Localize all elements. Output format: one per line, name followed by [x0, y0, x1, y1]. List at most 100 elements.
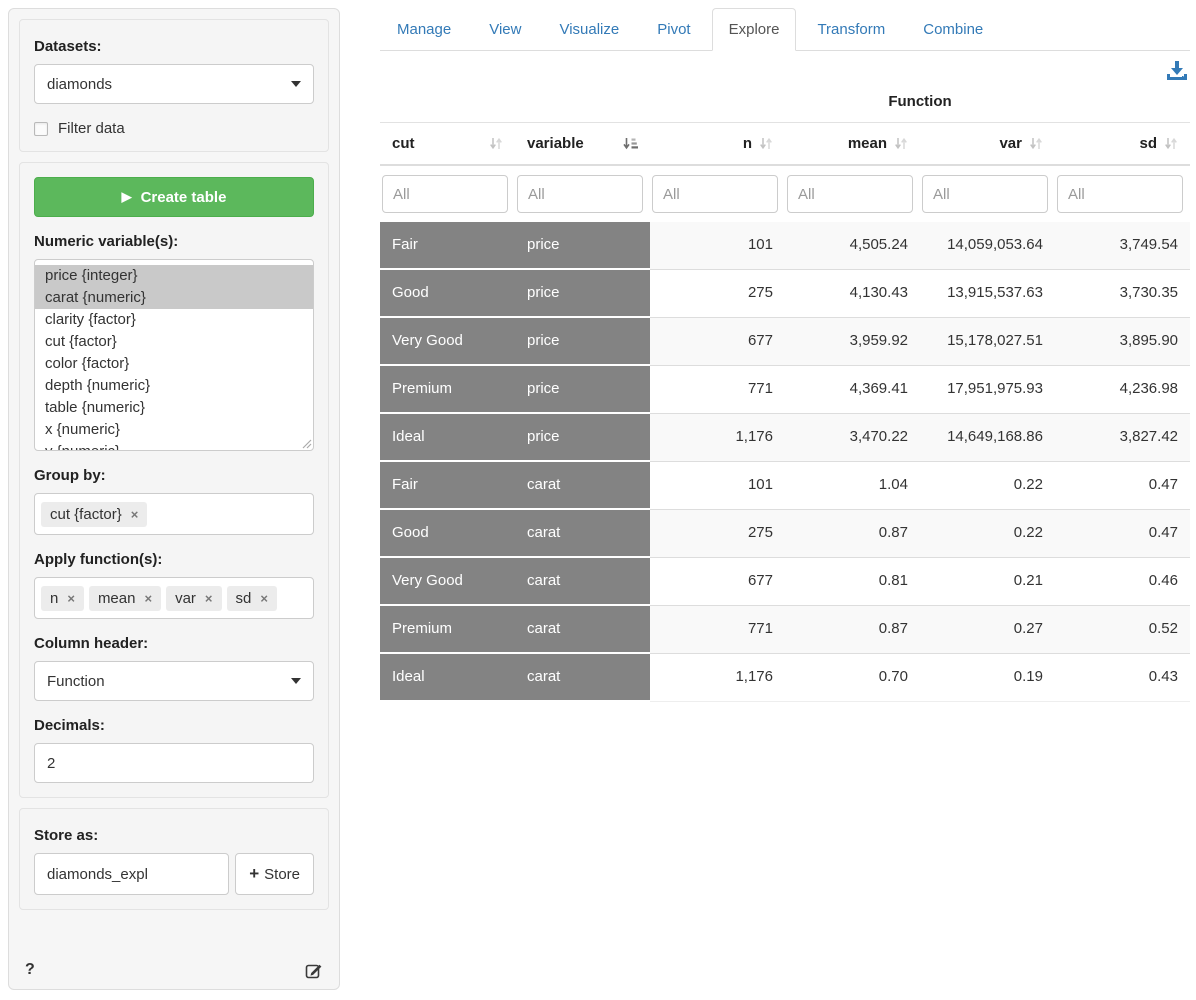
- store-as-label: Store as:: [34, 827, 314, 844]
- listbox-option[interactable]: color {factor}: [35, 353, 313, 375]
- group-cell: Premium: [380, 365, 515, 413]
- group-cell: carat: [515, 557, 650, 605]
- col-header-sd[interactable]: sd: [1055, 123, 1190, 166]
- table-row: Very Goodcarat6770.810.210.46: [380, 557, 1190, 605]
- group-cell: Very Good: [380, 317, 515, 365]
- create-table-button[interactable]: ▶ Create table: [34, 177, 314, 217]
- col-header-mean[interactable]: mean: [785, 123, 920, 166]
- help-icon[interactable]: ?: [25, 961, 35, 979]
- tab-manage[interactable]: Manage: [380, 8, 468, 51]
- tag-remove-icon[interactable]: ×: [131, 507, 139, 522]
- tab-pivot[interactable]: Pivot: [640, 8, 707, 51]
- group-cell: carat: [515, 461, 650, 509]
- group-cell: Fair: [380, 461, 515, 509]
- apply-functions-tagbox[interactable]: n×mean×var×sd×: [34, 577, 314, 619]
- value-cell: 1.04: [785, 461, 920, 509]
- col-header-label: n: [743, 135, 752, 152]
- filter-input-variable[interactable]: [517, 175, 643, 213]
- table-row: Idealcarat1,1760.700.190.43: [380, 653, 1190, 701]
- group-by-tagbox[interactable]: cut {factor}×: [34, 493, 314, 535]
- listbox-option[interactable]: clarity {factor}: [35, 309, 313, 331]
- value-cell: 0.19: [920, 653, 1055, 701]
- group-cell: Very Good: [380, 557, 515, 605]
- listbox-option[interactable]: y {numeric}: [35, 441, 313, 451]
- table-row: Very Goodprice6773,959.9215,178,027.513,…: [380, 317, 1190, 365]
- listbox-option[interactable]: price {integer}: [35, 265, 313, 287]
- chevron-down-icon: [291, 678, 301, 684]
- value-cell: 0.70: [785, 653, 920, 701]
- value-cell: 275: [650, 269, 785, 317]
- value-cell: 0.43: [1055, 653, 1190, 701]
- listbox-option[interactable]: cut {factor}: [35, 331, 313, 353]
- value-cell: 0.46: [1055, 557, 1190, 605]
- sort-icon: [759, 137, 773, 150]
- col-header-variable[interactable]: variable: [515, 123, 650, 166]
- table-row: Goodcarat2750.870.220.47: [380, 509, 1190, 557]
- group-cell: Good: [380, 269, 515, 317]
- table-row: Goodprice2754,130.4313,915,537.633,730.3…: [380, 269, 1190, 317]
- filter-input-n[interactable]: [652, 175, 778, 213]
- numeric-vars-listbox[interactable]: price {integer}carat {numeric}clarity {f…: [34, 259, 314, 451]
- value-cell: 0.81: [785, 557, 920, 605]
- filter-input-sd[interactable]: [1057, 175, 1183, 213]
- value-cell: 1,176: [650, 413, 785, 461]
- listbox-option[interactable]: table {numeric}: [35, 397, 313, 419]
- table-row: Premiumprice7714,369.4117,951,975.934,23…: [380, 365, 1190, 413]
- filter-input-cut[interactable]: [382, 175, 508, 213]
- apply-functions-label: Apply function(s):: [34, 551, 314, 568]
- column-header-select-value: Function: [47, 673, 291, 690]
- value-cell: 101: [650, 222, 785, 269]
- tag-remove-icon[interactable]: ×: [205, 591, 213, 606]
- tag-remove-icon[interactable]: ×: [144, 591, 152, 606]
- store-as-input[interactable]: [34, 853, 229, 895]
- group-cell: carat: [515, 605, 650, 653]
- tab-bar: ManageViewVisualizePivotExploreTransform…: [380, 0, 1190, 51]
- sidebar-footer: ?: [19, 959, 329, 979]
- listbox-option[interactable]: x {numeric}: [35, 419, 313, 441]
- col-header-label: variable: [527, 135, 584, 152]
- tag-remove-icon[interactable]: ×: [67, 591, 75, 606]
- decimals-input[interactable]: [34, 743, 314, 783]
- value-cell: 4,236.98: [1055, 365, 1190, 413]
- value-cell: 3,470.22: [785, 413, 920, 461]
- store-button-label: Store: [264, 866, 300, 883]
- filter-data-checkbox[interactable]: Filter data: [34, 120, 314, 137]
- tab-view[interactable]: View: [472, 8, 538, 51]
- group-cell: Ideal: [380, 653, 515, 701]
- group-cell: Good: [380, 509, 515, 557]
- edit-report-icon[interactable]: [305, 961, 323, 979]
- group-by-label: Group by:: [34, 467, 314, 484]
- tab-explore[interactable]: Explore: [712, 8, 797, 51]
- tab-visualize[interactable]: Visualize: [542, 8, 636, 51]
- group-cell: price: [515, 269, 650, 317]
- resize-handle[interactable]: [301, 438, 312, 449]
- tag-label: var: [175, 590, 196, 607]
- col-header-var[interactable]: var: [920, 123, 1055, 166]
- function-span-header: Function: [650, 89, 1190, 122]
- listbox-option[interactable]: carat {numeric}: [35, 287, 313, 309]
- dataset-select[interactable]: diamonds: [34, 64, 314, 104]
- group-cell: price: [515, 317, 650, 365]
- tab-transform[interactable]: Transform: [800, 8, 902, 51]
- listbox-option[interactable]: depth {numeric}: [35, 375, 313, 397]
- value-cell: 0.52: [1055, 605, 1190, 653]
- value-cell: 14,059,053.64: [920, 222, 1055, 269]
- radiant-app: Datasets: diamonds Filter data ▶ Create …: [0, 0, 1196, 1000]
- store-panel: Store as: + Store: [19, 808, 329, 910]
- col-header-cut[interactable]: cut: [380, 123, 515, 166]
- group-cell: price: [515, 222, 650, 269]
- col-header-n[interactable]: n: [650, 123, 785, 166]
- selected-tag: cut {factor}×: [41, 502, 147, 527]
- tab-combine[interactable]: Combine: [906, 8, 1000, 51]
- value-cell: 0.47: [1055, 461, 1190, 509]
- store-button[interactable]: + Store: [235, 853, 314, 895]
- filter-input-mean[interactable]: [787, 175, 913, 213]
- column-header-select[interactable]: Function: [34, 661, 314, 701]
- value-cell: 0.27: [920, 605, 1055, 653]
- filter-input-var[interactable]: [922, 175, 1048, 213]
- tag-remove-icon[interactable]: ×: [260, 591, 268, 606]
- download-icon[interactable]: [1166, 60, 1188, 81]
- value-cell: 101: [650, 461, 785, 509]
- value-cell: 3,730.35: [1055, 269, 1190, 317]
- dataset-select-value: diamonds: [47, 76, 291, 93]
